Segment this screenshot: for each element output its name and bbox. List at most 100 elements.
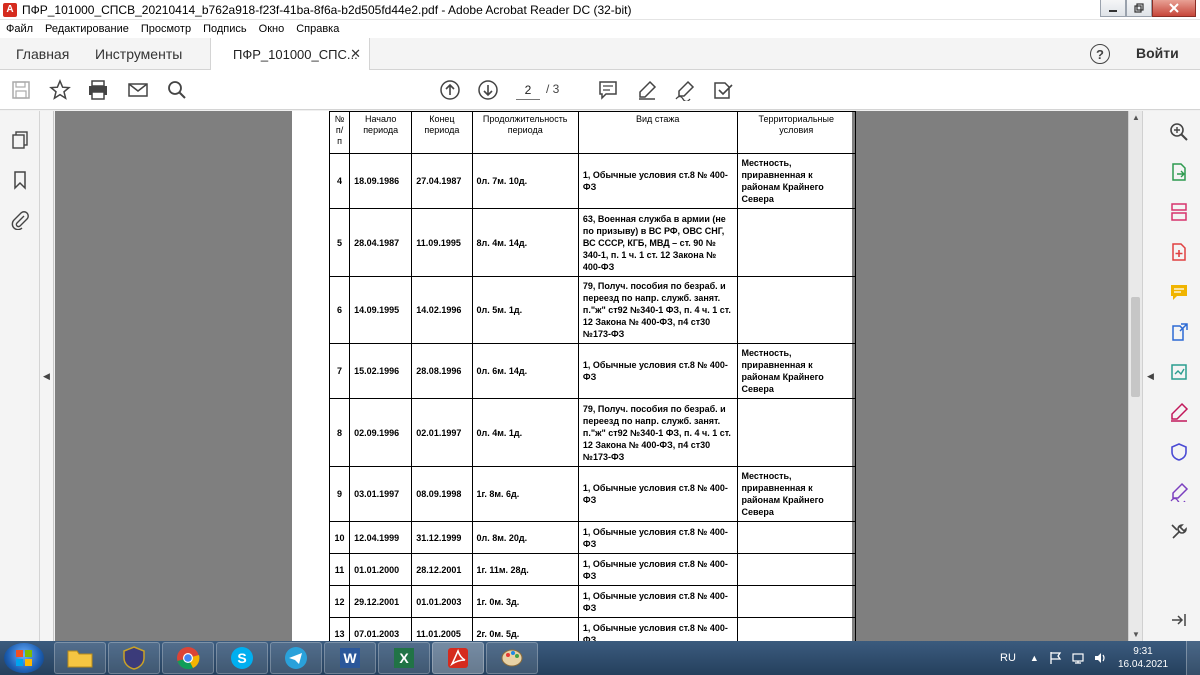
cell-number: 11 [328,553,351,586]
cell-end: 27.04.1987 [411,153,473,209]
scroll-up-icon[interactable]: ▲ [1132,113,1140,122]
bookmark-star-icon[interactable] [48,78,72,102]
zoom-tool-icon[interactable] [1168,121,1190,143]
save-icon[interactable] [9,78,33,102]
cell-number: 6 [328,276,351,344]
comment-icon[interactable] [596,78,620,102]
request-signature-icon[interactable] [1168,481,1190,503]
minimize-button[interactable] [1100,0,1126,17]
clock[interactable]: 9:31 16.04.2021 [1118,645,1168,671]
taskbar-acrobat[interactable] [432,642,484,674]
table-header-row: № п/ п Начало периода Конец периода Прод… [328,111,856,154]
taskbar-paint[interactable] [486,642,538,674]
tab-home[interactable]: Главная [16,46,69,62]
menu-help[interactable]: Справка [296,23,339,35]
signin-button[interactable]: Войти [1136,45,1179,61]
start-button[interactable] [4,643,44,673]
svg-text:X: X [399,650,409,666]
export-pdf-icon[interactable] [1168,161,1190,183]
network-icon[interactable] [1071,651,1085,665]
flag-icon[interactable] [1049,651,1063,665]
search-icon[interactable] [165,78,189,102]
scan-enhance-icon[interactable] [1168,361,1190,383]
excel-icon: X [394,648,414,668]
cell-end: 28.08.1996 [411,343,473,399]
close-tab-icon[interactable]: ✕ [350,46,361,62]
send-file-icon[interactable] [1168,321,1190,343]
document-viewport[interactable]: № п/ п Начало периода Конец периода Прод… [55,111,1128,641]
fill-and-sign-icon[interactable] [1168,401,1190,423]
print-icon[interactable] [86,78,110,102]
folder-icon [67,650,93,668]
clock-time: 9:31 [1133,646,1153,657]
table-row: 5 28.04.1987 11.09.1995 8л. 4м. 14д. 63,… [328,208,856,277]
next-page-icon[interactable] [476,78,500,102]
collapse-right-pane-icon[interactable]: ◀ [1142,111,1158,641]
cell-duration: 1г. 8м. 6д. [471,466,579,522]
cell-end: 11.09.1995 [411,208,473,277]
cell-duration: 1г. 0м. 3д. [471,585,579,618]
scrollbar-thumb[interactable] [1131,297,1140,397]
cell-duration: 0л. 7м. 10д. [471,153,579,209]
menu-file[interactable]: Файл [6,23,33,35]
taskbar-word[interactable]: W [324,642,376,674]
system-tray: RU ▲ [1000,641,1107,675]
collapse-tools-pane-icon[interactable] [1168,609,1190,631]
email-icon[interactable] [126,78,150,102]
attachments-icon[interactable] [9,209,31,231]
previous-page-icon[interactable] [438,78,462,102]
volume-icon[interactable] [1093,651,1107,665]
windows-taskbar: S W X RU ▲ 9:31 16.04.2021 [0,641,1200,675]
more-tools-icon[interactable] [1168,521,1190,543]
taskbar-game[interactable] [108,642,160,674]
svg-text:S: S [237,650,246,666]
protect-shield-icon[interactable] [1168,441,1190,463]
create-pdf-icon[interactable] [1168,241,1190,263]
taskbar-telegram[interactable] [270,642,322,674]
vertical-scrollbar[interactable]: ▲ ▼ [1128,111,1142,641]
acrobat-app-icon: A [3,2,17,17]
menu-view[interactable]: Просмотр [141,23,191,35]
close-window-button[interactable] [1152,0,1196,17]
taskbar-explorer[interactable] [54,642,106,674]
cell-territory [736,553,856,586]
close-icon [1169,3,1179,13]
cell-start: 15.02.1996 [349,343,413,399]
cell-territory [736,521,856,554]
expand-left-panel-icon[interactable]: ◀ [40,111,54,641]
menu-edit[interactable]: Редактирование [45,23,129,35]
telegram-icon [285,647,307,669]
cell-kind: 1, Обычные условия ст.8 № 400-ФЗ [577,617,738,641]
taskbar-chrome[interactable] [162,642,214,674]
menu-sign[interactable]: Подпись [203,23,247,35]
page-number-input[interactable]: 2 [516,80,540,100]
fill-sign-icon[interactable] [673,78,697,102]
menu-window[interactable]: Окно [259,23,285,35]
taskbar-excel[interactable]: X [378,642,430,674]
cell-territory: Местность, приравненная к районам Крайне… [736,466,856,522]
table-row: 8 02.09.1996 02.01.1997 0л. 4м. 1д. 79, … [328,398,856,467]
comment-tool-icon[interactable] [1168,281,1190,303]
restore-button[interactable] [1126,0,1152,17]
taskbar-skype[interactable]: S [216,642,268,674]
bookmarks-icon[interactable] [9,169,31,191]
send-for-signature-icon[interactable] [711,78,735,102]
cell-kind: 63, Военная служба в армии (не по призыв… [577,208,738,277]
show-desktop-button[interactable] [1186,641,1200,675]
table-row: 12 29.12.2001 01.01.2003 1г. 0м. 3д. 1, … [328,585,856,618]
cell-kind: 1, Обычные условия ст.8 № 400-ФЗ [577,466,738,522]
cell-number: 5 [328,208,351,277]
chrome-icon [177,647,200,670]
organize-pages-icon[interactable] [1168,201,1190,223]
page-thumbnails-icon[interactable] [9,129,31,151]
language-indicator[interactable]: RU [1000,652,1016,664]
tab-tools[interactable]: Инструменты [95,46,182,62]
header-territory: Территориальные условия [736,111,856,154]
help-button[interactable]: ? [1090,44,1110,64]
highlight-pen-icon[interactable] [635,78,659,102]
scroll-down-icon[interactable]: ▼ [1132,630,1140,639]
cell-end: 08.09.1998 [411,466,473,522]
cell-number: 12 [328,585,351,618]
tab-document[interactable]: ПФР_101000_СПС... ✕ [210,38,370,70]
tray-expand-icon[interactable]: ▲ [1030,653,1039,663]
